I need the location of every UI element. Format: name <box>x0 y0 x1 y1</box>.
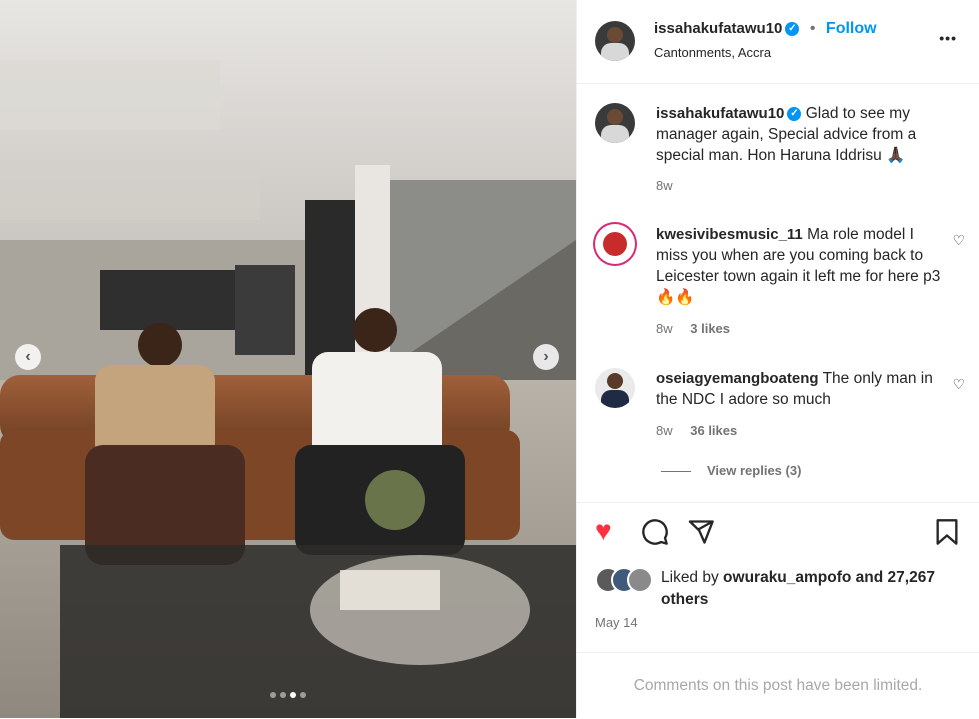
comment-age: 8w <box>656 321 673 336</box>
verified-badge-icon: ✓ <box>785 21 800 36</box>
comment-likes[interactable]: 36 likes <box>690 423 737 438</box>
liker-avatar[interactable] <box>627 567 653 593</box>
comment-username[interactable]: kwesivibesmusic_11 <box>656 226 803 243</box>
view-replies[interactable]: View replies (3) <box>661 463 801 478</box>
comment-like-heart-icon[interactable]: ♡ <box>952 232 965 249</box>
follow-separator: • <box>809 20 816 37</box>
comment-item: oseiagyemangboateng The only man in the … <box>595 368 965 443</box>
comment-like-heart-icon[interactable]: ♡ <box>952 376 965 393</box>
carousel-dot <box>270 692 276 698</box>
comments-limited-bar: Comments on this post have been limited. <box>577 652 979 719</box>
view-replies-label: View replies (3) <box>707 463 802 478</box>
caption-comment: issahakufatawu10 ✓ Glad to see my manager… <box>595 103 965 198</box>
post-panel: issahakufatawu10 ✓ • Follow Cantonments, … <box>576 0 979 718</box>
comments-limited-text: Comments on this post have been limited. <box>633 677 923 694</box>
more-options-button[interactable]: ••• <box>939 30 957 46</box>
post-location[interactable]: Cantonments, Accra <box>654 45 771 60</box>
liked-by-user[interactable]: owuraku_ampofo <box>723 569 851 586</box>
comment-body: oseiagyemangboateng The only man in the … <box>656 368 946 410</box>
comment-likes[interactable]: 3 likes <box>690 321 730 336</box>
author-username[interactable]: issahakufatawu10 <box>654 20 782 37</box>
save-bookmark-icon[interactable] <box>935 518 959 551</box>
comment-body: issahakufatawu10 ✓ Glad to see my manager… <box>656 103 946 166</box>
commenter-avatar[interactable] <box>595 368 635 408</box>
liked-by-avatars <box>595 567 655 593</box>
carousel-prev-button[interactable]: ‹ <box>15 344 41 370</box>
replies-line <box>661 471 691 473</box>
follow-button[interactable]: Follow <box>826 20 877 37</box>
comment-bubble-icon[interactable] <box>641 518 669 551</box>
comment-username[interactable]: issahakufatawu10 <box>656 105 784 122</box>
carousel-dot <box>280 692 286 698</box>
commenter-avatar[interactable] <box>595 224 635 264</box>
comment-body: kwesivibesmusic_11 Ma role model I miss … <box>656 224 946 308</box>
comment-age: 8w <box>656 178 673 193</box>
comment-meta: 8w 3 likes <box>656 321 730 336</box>
post-date[interactable]: May 14 <box>595 615 638 630</box>
author-avatar[interactable] <box>595 21 635 61</box>
post-header: issahakufatawu10 ✓ • Follow Cantonments, … <box>577 0 979 84</box>
carousel-dots <box>270 692 306 698</box>
carousel-next-button[interactable]: › <box>533 344 559 370</box>
liked-by-text[interactable]: Liked by owuraku_ampofo and 27,267 other… <box>661 567 961 611</box>
author-avatar-small[interactable] <box>595 103 635 143</box>
carousel-dot-active <box>290 692 296 698</box>
post-photo[interactable]: ‹ › <box>0 0 576 718</box>
comment-age: 8w <box>656 423 673 438</box>
verified-badge-icon: ✓ <box>787 106 802 121</box>
like-heart-icon[interactable]: ♥ <box>595 517 612 545</box>
comment-item: kwesivibesmusic_11 Ma role model I miss … <box>595 224 965 339</box>
photo-scene <box>0 0 576 718</box>
comment-meta: 8w 36 likes <box>656 423 737 438</box>
post-actions: ♥ Liked by owuraku_ampofo and 27,267 oth… <box>577 502 979 653</box>
liked-by-prefix: Liked by <box>661 569 724 586</box>
carousel-dot <box>300 692 306 698</box>
comment-username[interactable]: oseiagyemangboateng <box>656 370 819 387</box>
share-send-icon[interactable] <box>687 518 715 551</box>
